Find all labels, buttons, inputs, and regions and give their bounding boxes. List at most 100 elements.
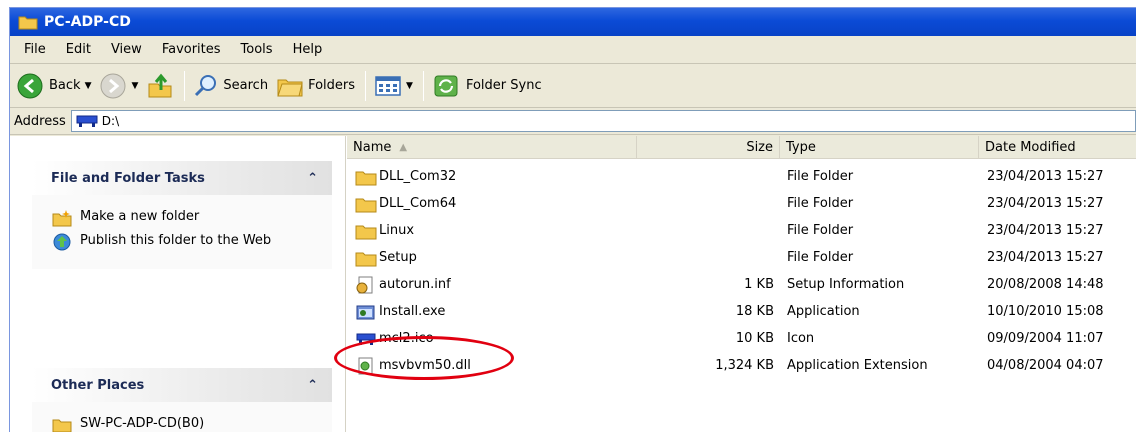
file-name-cell[interactable]: Setup (355, 244, 417, 271)
collapse-icon[interactable]: ⌃ (307, 378, 318, 393)
file-date-cell: 23/04/2013 15:27 (987, 244, 1104, 271)
setup-info-icon (356, 276, 373, 293)
file-size-cell: 1 KB (637, 271, 774, 298)
file-name: Install.exe (379, 304, 446, 319)
toolbar-separator (365, 70, 367, 101)
dll-file-icon (358, 357, 373, 374)
folder-sync-label: Folder Sync (465, 78, 542, 93)
new-folder-icon (52, 210, 72, 227)
column-header-type[interactable]: Type (780, 136, 979, 159)
application-icon (356, 305, 375, 319)
file-row[interactable]: autorun.inf 1 KB Setup Information 20/08/20… (347, 271, 1136, 298)
publish-web-icon (53, 233, 71, 251)
up-folder-button[interactable] (146, 72, 174, 100)
address-input[interactable]: D:\ (70, 110, 1136, 132)
folders-button[interactable]: Folders (276, 74, 355, 98)
file-row[interactable]: Setup File Folder 23/04/2013 15:27 (347, 244, 1136, 271)
file-type: File Folder (787, 250, 854, 265)
chevron-down-icon[interactable]: ▼ (131, 81, 138, 91)
file-date: 09/09/2004 11:07 (987, 331, 1104, 346)
file-name-cell[interactable]: DLL_Com64 (355, 190, 456, 217)
file-type-cell: Icon (787, 325, 814, 352)
file-name-cell[interactable]: autorun.inf (355, 271, 451, 298)
file-row[interactable]: DLL_Com64 File Folder 23/04/2013 15:27 (347, 190, 1136, 217)
folder-icon (355, 252, 377, 266)
file-type: File Folder (787, 196, 854, 211)
file-type-cell: Application Extension (787, 352, 928, 379)
toolbar-separator (422, 70, 424, 101)
file-row[interactable]: msvbvm50.dll 1,324 KB Application Extensio… (347, 352, 1136, 379)
file-date-cell: 23/04/2013 15:27 (987, 190, 1104, 217)
task-pane: File and Folder Tasks ⌃ Make a new folde… (10, 136, 346, 432)
file-date: 23/04/2013 15:27 (987, 169, 1104, 184)
column-header-size[interactable]: Size (637, 136, 780, 159)
search-button[interactable]: Search (193, 73, 268, 99)
file-folder-tasks-body: Make a new folder Publish this folder to… (32, 195, 332, 269)
collapse-icon[interactable]: ⌃ (307, 171, 318, 186)
file-folder-tasks-header[interactable]: File and Folder Tasks ⌃ (32, 161, 332, 195)
file-name-cell[interactable]: DLL_Com32 (355, 163, 456, 190)
other-place-link[interactable]: SW-PC-ADP-CD(B0) (52, 416, 320, 432)
folder-sync-icon (434, 75, 458, 96)
file-size-cell (637, 217, 774, 244)
ico-file-icon (356, 333, 376, 345)
other-places-title: Other Places (51, 377, 145, 393)
file-size: 18 KB (735, 304, 774, 319)
folder-sync-button[interactable]: Folder Sync (432, 73, 542, 99)
file-name: mcl2.ico (379, 331, 434, 346)
address-label: Address (14, 113, 66, 129)
column-header-name[interactable]: Name ▲ (347, 136, 637, 159)
search-label: Search (223, 78, 269, 93)
folder-icon (355, 198, 377, 212)
file-date: 20/08/2008 14:48 (987, 277, 1104, 292)
publish-folder-link[interactable]: Publish this folder to the Web (52, 233, 320, 251)
file-name: autorun.inf (379, 277, 451, 292)
file-date: 10/10/2010 15:08 (987, 304, 1104, 319)
column-type-label: Type (786, 139, 816, 155)
menu-view[interactable]: View (101, 42, 152, 57)
file-date-cell: 23/04/2013 15:27 (987, 217, 1104, 244)
file-date-cell: 23/04/2013 15:27 (987, 163, 1104, 190)
file-date: 23/04/2013 15:27 (987, 250, 1104, 265)
file-type-cell: File Folder (787, 244, 853, 271)
forward-arrow-icon (100, 73, 126, 98)
make-new-folder-label: Make a new folder (80, 209, 200, 224)
folder-icon (18, 16, 38, 30)
file-name-cell[interactable]: msvbvm50.dll (355, 352, 471, 379)
file-size: 1 KB (744, 277, 774, 292)
folder-icon (355, 171, 377, 185)
column-header-date[interactable]: Date Modified (979, 136, 1136, 159)
file-row[interactable]: mcl2.ico 10 KB Icon 09/09/2004 11:07 (347, 325, 1136, 352)
file-type-cell: File Folder (787, 163, 853, 190)
views-button[interactable]: ▼ (374, 74, 413, 98)
file-size-cell (637, 244, 774, 271)
other-places-panel: Other Places ⌃ SW-PC-ADP-CD(B0) (32, 368, 332, 432)
file-size-cell: 1,324 KB (637, 352, 774, 379)
menu-help[interactable]: Help (283, 42, 333, 57)
menu-favorites[interactable]: Favorites (152, 42, 231, 57)
back-button[interactable]: Back ▼ (16, 72, 91, 100)
chevron-down-icon[interactable]: ▼ (85, 81, 92, 91)
file-folder-tasks-title: File and Folder Tasks (51, 170, 205, 186)
menu-tools[interactable]: Tools (231, 42, 283, 57)
menu-file[interactable]: File (14, 42, 56, 57)
file-row[interactable]: DLL_Com32 File Folder 23/04/2013 15:27 (347, 163, 1136, 190)
chevron-down-icon[interactable]: ▼ (406, 81, 413, 91)
file-date: 23/04/2013 15:27 (987, 223, 1104, 238)
file-name-cell[interactable]: mcl2.ico (355, 325, 434, 352)
make-new-folder-link[interactable]: Make a new folder (52, 209, 320, 227)
forward-button[interactable]: ▼ (99, 72, 138, 100)
file-row[interactable]: Install.exe 18 KB Application 10/10/2010 15… (347, 298, 1136, 325)
file-row[interactable]: Linux File Folder 23/04/2013 15:27 (347, 217, 1136, 244)
other-places-header[interactable]: Other Places ⌃ (32, 368, 332, 402)
title-bar[interactable]: PC-ADP-CD (10, 8, 1136, 36)
file-type: Setup Information (787, 277, 905, 292)
file-name-cell[interactable]: Linux (355, 217, 414, 244)
search-icon (195, 74, 217, 96)
file-size: 10 KB (735, 331, 774, 346)
menu-edit[interactable]: Edit (56, 42, 101, 57)
file-size-cell (637, 190, 774, 217)
window-title: PC-ADP-CD (44, 14, 131, 30)
address-bar: Address D:\ (10, 108, 1136, 135)
file-name-cell[interactable]: Install.exe (355, 298, 445, 325)
